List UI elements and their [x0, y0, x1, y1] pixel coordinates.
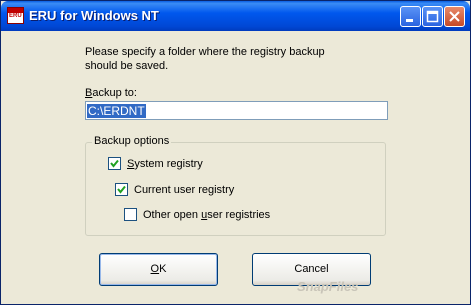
ok-button[interactable]: OK	[99, 253, 218, 286]
backup-path-input[interactable]: C:\ERDNT	[85, 101, 388, 120]
other-user-registries-checkbox[interactable]	[124, 208, 137, 221]
close-button[interactable]	[444, 6, 465, 27]
instruction-text: Please specify a folder where the regist…	[85, 46, 325, 72]
minimize-button[interactable]	[400, 6, 421, 27]
title-bar[interactable]: ERU ERU for Windows NT	[1, 1, 470, 31]
checkmark-icon	[117, 185, 126, 194]
other-user-registries-option[interactable]: Other open user registries	[124, 208, 270, 221]
eru-dialog-window: ERU ERU for Windows NT Please specify a …	[0, 0, 471, 305]
maximize-button[interactable]	[422, 6, 443, 27]
backup-options-title: Backup options	[92, 135, 172, 147]
system-registry-checkbox[interactable]	[108, 157, 121, 170]
system-registry-label: System registry	[127, 157, 203, 170]
maximize-icon	[426, 10, 439, 23]
backup-to-label: Backup to:	[85, 87, 137, 99]
minimize-icon	[406, 19, 413, 22]
current-user-registry-option[interactable]: Current user registry	[115, 183, 234, 196]
system-registry-option[interactable]: System registry	[108, 157, 203, 170]
window-title: ERU for Windows NT	[29, 8, 159, 23]
backup-path-value[interactable]: C:\ERDNT	[87, 104, 146, 118]
snapfiles-watermark: SnapFiles	[297, 279, 359, 294]
checkmark-icon	[110, 159, 119, 168]
current-user-registry-checkbox[interactable]	[115, 183, 128, 196]
eru-app-icon[interactable]: ERU	[7, 7, 24, 24]
close-icon	[449, 11, 460, 22]
other-user-registries-label: Other open user registries	[143, 208, 271, 221]
current-user-registry-label: Current user registry	[134, 183, 235, 196]
